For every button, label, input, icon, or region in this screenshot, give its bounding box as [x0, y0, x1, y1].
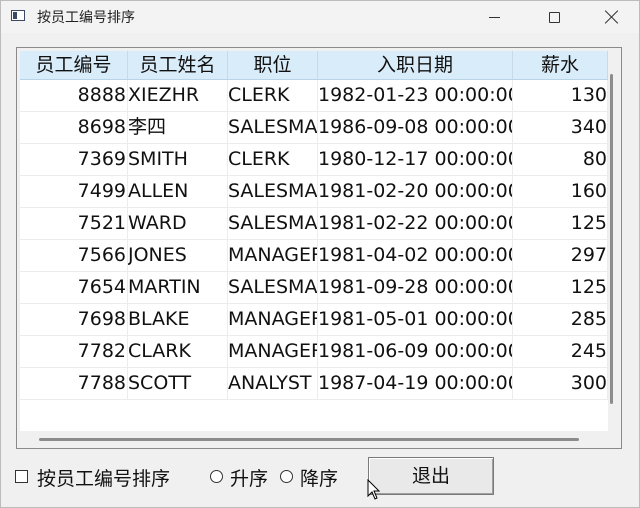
cell-salary[interactable]: 300: [513, 368, 608, 399]
column-header-salary[interactable]: 薪水: [513, 51, 608, 79]
cell-hire-date[interactable]: 1981-02-20 00:00:00: [318, 176, 513, 207]
cell-emp-name[interactable]: JONES: [128, 240, 228, 271]
cell-job[interactable]: CLERK: [228, 80, 318, 111]
exit-button[interactable]: 退出: [368, 457, 494, 495]
horizontal-scrollbar-thumb[interactable]: [39, 438, 579, 441]
cell-salary[interactable]: 80: [513, 144, 608, 175]
cell-hire-date[interactable]: 1986-09-08 00:00:00: [318, 112, 513, 143]
column-header-emp-name[interactable]: 员工姓名: [128, 51, 228, 79]
maximize-button[interactable]: [531, 1, 577, 33]
cell-salary[interactable]: 125: [513, 272, 608, 303]
cell-job[interactable]: SALESMAN: [228, 272, 318, 303]
title-bar[interactable]: 按员工编号排序: [1, 1, 639, 33]
cell-job[interactable]: SALESMAN: [228, 112, 318, 143]
table-row[interactable]: 7782 CLARK MANAGER 1981-06-09 00:00:00 245: [20, 336, 608, 368]
grid-header: 员工编号 员工姓名 职位 入职日期 薪水: [20, 51, 608, 80]
main-window: 按员工编号排序 员工编号 员工姓名 职位 入职日期 薪水 8888 XIEZHR C…: [0, 0, 640, 508]
minimize-button[interactable]: [471, 1, 517, 33]
table-row[interactable]: 7788 SCOTT ANALYST 1987-04-19 00:00:00 300: [20, 368, 608, 400]
cell-emp-no[interactable]: 7654: [20, 272, 128, 303]
cell-salary[interactable]: 125: [513, 208, 608, 239]
cell-job[interactable]: MANAGER: [228, 336, 318, 367]
cell-emp-no[interactable]: 7369: [20, 144, 128, 175]
table-row[interactable]: 7698 BLAKE MANAGER 1981-05-01 00:00:00 285: [20, 304, 608, 336]
cell-emp-name[interactable]: XIEZHR: [128, 80, 228, 111]
cell-hire-date[interactable]: 1981-05-01 00:00:00: [318, 304, 513, 335]
column-header-job[interactable]: 职位: [228, 51, 318, 79]
ascending-label[interactable]: 升序: [230, 464, 268, 491]
cell-job[interactable]: ANALYST: [228, 368, 318, 399]
cell-salary[interactable]: 297: [513, 240, 608, 271]
cell-emp-no[interactable]: 7566: [20, 240, 128, 271]
cell-salary[interactable]: 130: [513, 80, 608, 111]
cell-emp-no[interactable]: 7499: [20, 176, 128, 207]
cell-emp-name[interactable]: MARTIN: [128, 272, 228, 303]
close-button[interactable]: [589, 1, 635, 33]
app-icon: [11, 10, 25, 21]
cell-emp-no[interactable]: 7698: [20, 304, 128, 335]
cell-salary[interactable]: 340: [513, 112, 608, 143]
cell-emp-name[interactable]: SCOTT: [128, 368, 228, 399]
cell-emp-name[interactable]: WARD: [128, 208, 228, 239]
descending-radio[interactable]: [280, 470, 293, 483]
column-header-hire-date[interactable]: 入职日期: [318, 51, 513, 79]
cell-hire-date[interactable]: 1980-12-17 00:00:00: [318, 144, 513, 175]
horizontal-scrollbar[interactable]: [39, 436, 579, 442]
cell-hire-date[interactable]: 1981-06-09 00:00:00: [318, 336, 513, 367]
employee-grid[interactable]: 员工编号 员工姓名 职位 入职日期 薪水 8888 XIEZHR CLERK 1982…: [16, 47, 622, 449]
cell-emp-name[interactable]: 李四: [128, 112, 228, 143]
cell-job[interactable]: MANAGER: [228, 240, 318, 271]
cell-hire-date[interactable]: 1981-09-28 00:00:00: [318, 272, 513, 303]
cell-salary[interactable]: 285: [513, 304, 608, 335]
cell-emp-no[interactable]: 8888: [20, 80, 128, 111]
sort-by-emp-no-label[interactable]: 按员工编号排序: [37, 464, 170, 491]
table-row[interactable]: 7654MARTINSALESMAN1981-09-28 00:00:00125: [20, 272, 608, 304]
column-header-emp-no[interactable]: 员工编号: [20, 51, 128, 79]
table-row[interactable]: 7521WARDSALESMAN1981-02-22 00:00:00125: [20, 208, 608, 240]
table-row[interactable]: 7499ALLENSALESMAN1981-02-20 00:00:00160: [20, 176, 608, 208]
grid-rows: 8888 XIEZHR CLERK 1982-01-23 00:00:00 130 86…: [20, 80, 608, 400]
sort-by-emp-no-checkbox[interactable]: [15, 470, 28, 483]
cell-hire-date[interactable]: 1981-04-02 00:00:00: [318, 240, 513, 271]
cell-emp-name[interactable]: BLAKE: [128, 304, 228, 335]
table-row[interactable]: 7566 JONES MANAGER 1981-04-02 00:00:00 297: [20, 240, 608, 272]
descending-label[interactable]: 降序: [300, 464, 338, 491]
grid-viewport: 员工编号 员工姓名 职位 入职日期 薪水 8888 XIEZHR CLERK 1982…: [20, 51, 608, 431]
cell-emp-no[interactable]: 7521: [20, 208, 128, 239]
table-row[interactable]: 8888 XIEZHR CLERK 1982-01-23 00:00:00 130: [20, 80, 608, 112]
cell-hire-date[interactable]: 1981-02-22 00:00:00: [318, 208, 513, 239]
vertical-scrollbar-thumb[interactable]: [610, 74, 613, 404]
cell-job[interactable]: SALESMAN: [228, 208, 318, 239]
cell-job[interactable]: CLERK: [228, 144, 318, 175]
cell-salary[interactable]: 245: [513, 336, 608, 367]
mouse-cursor-icon: [367, 479, 381, 500]
cell-emp-name[interactable]: SMITH: [128, 144, 228, 175]
window-title: 按员工编号排序: [37, 10, 135, 26]
vertical-scrollbar[interactable]: [609, 74, 617, 404]
close-icon: [605, 10, 619, 24]
cell-salary[interactable]: 160: [513, 176, 608, 207]
cell-job[interactable]: MANAGER: [228, 304, 318, 335]
table-row[interactable]: 7369 SMITH CLERK 1980-12-17 00:00:00 80: [20, 144, 608, 176]
cell-emp-no[interactable]: 7782: [20, 336, 128, 367]
cell-emp-name[interactable]: ALLEN: [128, 176, 228, 207]
cell-job[interactable]: SALESMAN: [228, 176, 318, 207]
cell-hire-date[interactable]: 1982-01-23 00:00:00: [318, 80, 513, 111]
cell-emp-name[interactable]: CLARK: [128, 336, 228, 367]
cell-emp-no[interactable]: 8698: [20, 112, 128, 143]
cell-emp-no[interactable]: 7788: [20, 368, 128, 399]
cell-hire-date[interactable]: 1987-04-19 00:00:00: [318, 368, 513, 399]
table-row[interactable]: 8698李四SALESMAN1986-09-08 00:00:00340: [20, 112, 608, 144]
ascending-radio[interactable]: [210, 470, 223, 483]
